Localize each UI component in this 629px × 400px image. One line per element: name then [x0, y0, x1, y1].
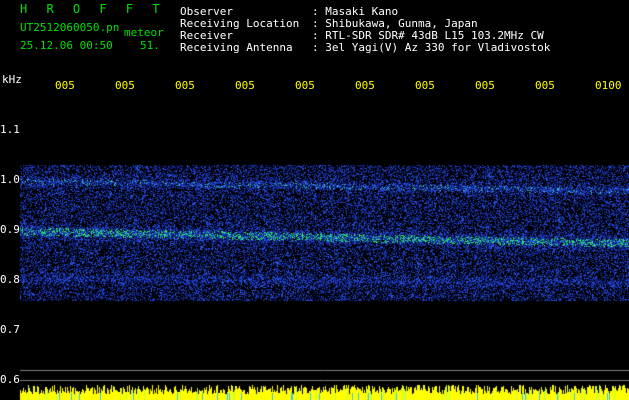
y-tick-label: 1.1 — [0, 123, 20, 136]
time-tick-label: 005 — [295, 79, 315, 92]
event-type-label: meteor — [124, 26, 164, 39]
y-tick-label: 0.7 — [0, 323, 20, 336]
time-tick-label: 005 — [355, 79, 375, 92]
app-title: H R O F F T — [20, 2, 166, 16]
time-tick-label: 005 — [535, 79, 555, 92]
y-tick-label: 0.8 — [0, 273, 20, 286]
antenna-value: : 3el Yagi(V) Az 330 for Vladivostok — [312, 41, 551, 54]
y-tick-label: 0.6 — [0, 373, 20, 386]
spectrogram-canvas — [0, 0, 629, 400]
y-tick-label: 1.0 — [0, 173, 20, 186]
time-tick-label: 005 — [115, 79, 135, 92]
filename-label: UT2512060050.pn — [20, 21, 120, 34]
time-tick-label: 0100 — [595, 79, 622, 92]
datetime-label: 25.12.06 00:50 — [20, 39, 113, 52]
count-label: 51. — [140, 39, 160, 52]
time-tick-label: 005 — [235, 79, 255, 92]
y-tick-label: 0.9 — [0, 223, 20, 236]
time-tick-label: 005 — [55, 79, 75, 92]
antenna-label: Receiving Antenna — [180, 41, 293, 54]
y-unit-label: kHz — [2, 73, 22, 86]
time-tick-label: 005 — [415, 79, 435, 92]
time-tick-label: 005 — [475, 79, 495, 92]
time-tick-label: 005 — [175, 79, 195, 92]
